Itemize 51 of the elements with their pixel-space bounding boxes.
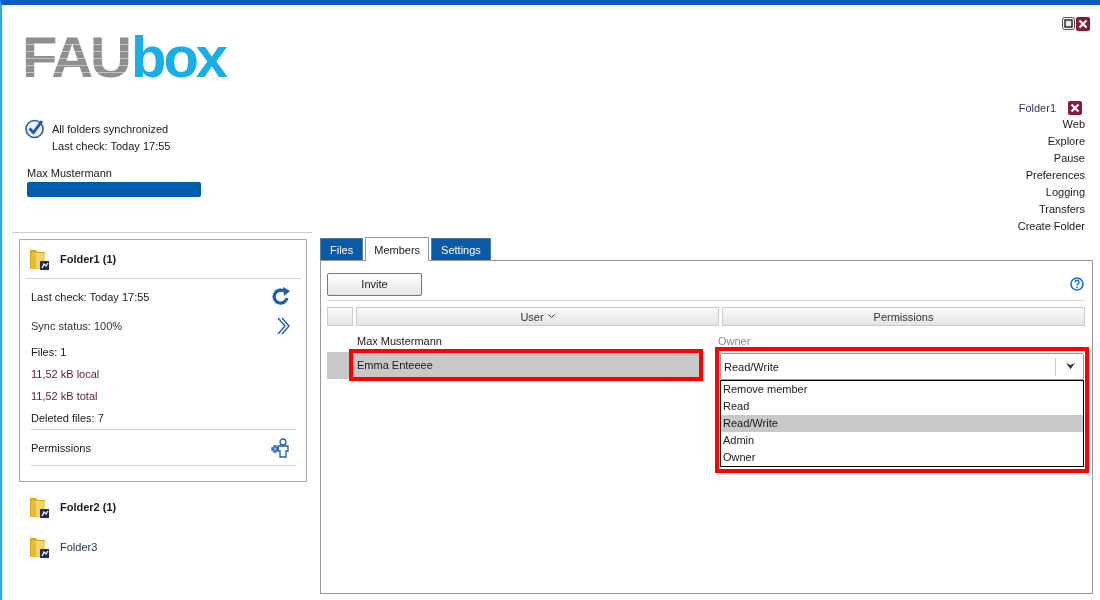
table-cell: Emma Enteeee [349,349,703,381]
column-header [327,307,353,326]
sync-status-text: All folders synchronized [52,122,170,137]
double-chevron-icon[interactable] [277,317,291,335]
logo-text: box [131,31,226,83]
user-name: Max Mustermann [27,166,113,180]
local-size-text: 11,52 kB local [31,368,100,380]
column-header[interactable]: Permissions [722,307,1085,326]
refresh-icon[interactable] [271,287,291,307]
deleted-files-text: Deleted files: 7 [31,412,104,424]
invite-button[interactable]: Invite [327,272,422,296]
help-icon[interactable] [1070,277,1084,291]
column-header[interactable]: User [356,307,719,326]
permission-text: Owner [718,335,751,347]
menu-link[interactable]: Transfers [1038,201,1085,218]
menu-link[interactable]: Explore [1047,133,1085,150]
dropdown-option[interactable]: Read [721,398,1083,415]
folder-icon [28,247,50,271]
tab[interactable]: Settings [431,238,491,260]
total-size-text: 11,52 kB total [31,390,98,402]
check-circle-icon [24,118,45,139]
dropdown-option[interactable]: Admin [721,432,1083,449]
dropdown-option[interactable]: Owner [721,449,1083,466]
menu-link[interactable]: Preferences [1025,167,1085,184]
menu-link[interactable]: Pause [1053,150,1085,167]
dropdown-option[interactable]: Read/Write [721,415,1083,432]
sync-status-text: Sync status: 100% [31,320,123,332]
permission-dropdown[interactable]: Read/Write [720,353,1084,380]
folder-label: Folder1 [1018,101,1056,114]
table-cell-text: Max Mustermann [356,335,443,347]
file-count-text: Files: 1 [31,346,67,358]
dropdown-option[interactable]: Remove member [721,381,1083,398]
folder-name[interactable]: Folder1 (1) [60,253,117,265]
menu-link[interactable]: Web [1062,116,1085,133]
permissions-label: Permissions [31,441,91,454]
folder-name[interactable]: Folder3 [60,541,98,553]
caret-icon [547,314,555,319]
caret-icon [1066,363,1075,370]
tab[interactable]: Files [320,238,364,260]
last-check-text: Last check: Today 17:55 [52,139,171,154]
last-check-text: Last check: Today 17:55 [31,291,150,303]
folder-name[interactable]: Folder2 (1) [60,501,117,513]
folder-icon [28,535,50,559]
folder-icon [28,495,50,519]
add-user-icon[interactable] [269,437,291,458]
close-icon[interactable] [1068,100,1082,115]
menu-link[interactable]: Create Folder [1017,218,1085,235]
menu-link[interactable]: Logging [1045,184,1085,201]
tab[interactable]: Members [365,237,430,261]
maximize-icon[interactable] [1062,17,1075,30]
close-icon[interactable] [1076,17,1090,31]
